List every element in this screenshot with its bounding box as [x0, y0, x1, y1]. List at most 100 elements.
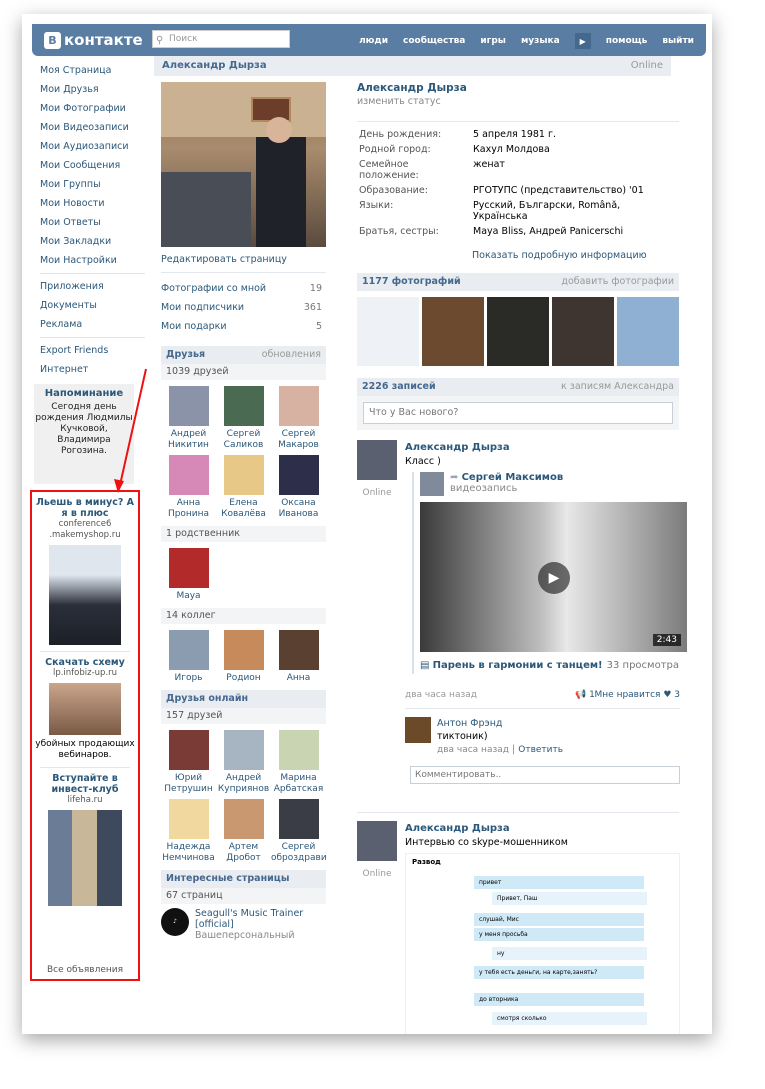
page-item[interactable]: ♪ Seagull's Music Trainer [official] Ваше…	[161, 904, 326, 941]
show-more-info-link[interactable]: Показать подробную информацию	[472, 250, 679, 261]
interesting-pages-count[interactable]: 67 страниц	[161, 888, 326, 904]
nav-my-answers[interactable]: Мои Ответы	[40, 213, 145, 232]
relatives-count[interactable]: 1 родственник	[161, 526, 326, 542]
counter-gifts[interactable]: Мои подарки 5	[161, 317, 326, 336]
skype-chat-screenshot[interactable]: Развод привет Привет, Паш слушай, Мис у …	[405, 853, 680, 1034]
reply-link[interactable]: Ответить	[518, 745, 563, 755]
photo-thumb[interactable]	[357, 297, 419, 366]
photo-thumb[interactable]	[487, 297, 549, 366]
friend-item[interactable]: Оксана Иванова	[271, 455, 326, 520]
online-friend-item[interactable]: Юрий Петрушин	[161, 730, 216, 795]
nav-help[interactable]: помощь	[606, 36, 648, 46]
wall-title[interactable]: 2226 записей к записям Александра	[357, 378, 679, 396]
nav-my-settings[interactable]: Мои Настройки	[40, 251, 145, 270]
new-post-input[interactable]: Что у Вас нового?	[363, 402, 673, 424]
friend-item[interactable]: Сергей Макаров	[271, 386, 326, 451]
ad-image-man-phone[interactable]	[49, 545, 121, 645]
add-photos-link[interactable]: добавить фотографии	[561, 273, 674, 291]
search-input[interactable]: ⚲ Поиск	[152, 30, 290, 48]
ad-2[interactable]: Скачать схему lp.infobiz-up.ru убойных п…	[32, 652, 138, 761]
nav-music[interactable]: музыка	[521, 36, 560, 46]
nav-my-bookmarks[interactable]: Мои Закладки	[40, 232, 145, 251]
post-author-avatar[interactable]	[357, 440, 397, 480]
commenter-name[interactable]: Антон Фрэнд	[437, 718, 503, 729]
friend-item[interactable]: Елена Ковалёва	[216, 455, 271, 520]
post-time[interactable]: два часа назад	[405, 690, 477, 700]
nav-games[interactable]: игры	[480, 36, 506, 46]
info-value[interactable]: Maya Bliss, Андрей Panicerschi	[473, 225, 677, 238]
online-friends-count[interactable]: 157 друзей	[161, 708, 326, 724]
ad-3[interactable]: Вступайте в инвест-клуб lifeha.ru	[32, 768, 138, 906]
photo-thumb[interactable]	[617, 297, 679, 366]
ad-image-collage[interactable]	[48, 810, 122, 906]
nav-my-page[interactable]: Моя Страница	[40, 61, 145, 80]
colleague-item[interactable]: Родион	[216, 630, 271, 684]
colleagues-count[interactable]: 14 коллег	[161, 608, 326, 624]
nav-my-messages[interactable]: Мои Сообщения	[40, 156, 145, 175]
nav-my-photos[interactable]: Мои Фотографии	[40, 99, 145, 118]
photo-thumb[interactable]	[422, 297, 484, 366]
post-author-avatar[interactable]	[357, 821, 397, 861]
ad-1[interactable]: Льешь в минус? А я в плюс conference6 .m…	[32, 492, 138, 645]
colleague-item[interactable]: Игорь	[161, 630, 216, 684]
nav-my-audio[interactable]: Мои Аудиозаписи	[40, 137, 145, 156]
commenter-avatar[interactable]	[405, 717, 431, 743]
friends-title[interactable]: Друзья обновления	[161, 346, 326, 364]
nav-communities[interactable]: сообщества	[403, 36, 465, 46]
post-author-name[interactable]: Александр Дырза	[405, 823, 510, 834]
info-value[interactable]: 5 апреля 1981 г.	[473, 128, 677, 141]
nav-apps[interactable]: Приложения	[40, 277, 145, 296]
ad-image-smiling-man[interactable]	[49, 683, 121, 735]
nav-my-news[interactable]: Мои Новости	[40, 194, 145, 213]
nav-my-friends[interactable]: Мои Друзья	[40, 80, 145, 99]
comment-time[interactable]: два часа назад	[437, 745, 509, 755]
comment-input[interactable]: Комментировать..	[410, 766, 680, 784]
friends-count[interactable]: 1039 друзей	[161, 364, 326, 380]
video-player[interactable]: ▶ 2:43	[420, 502, 687, 652]
post-author-name[interactable]: Александр Дырза	[405, 442, 510, 453]
counter-subscribers[interactable]: Мои подписчики 361	[161, 298, 326, 317]
nav-export-friends[interactable]: Export Friends	[40, 341, 145, 360]
edit-profile-link[interactable]: Редактировать страницу	[161, 247, 326, 273]
nav-my-videos[interactable]: Мои Видеозаписи	[40, 118, 145, 137]
friend-item[interactable]: Анна Пронина	[161, 455, 216, 520]
info-value[interactable]: Кахул Молдова	[473, 143, 677, 156]
friend-item[interactable]: Андрей Никитин	[161, 386, 216, 451]
repost-author-avatar[interactable]	[420, 472, 444, 496]
nav-ads[interactable]: Реклама	[40, 315, 145, 334]
like-button[interactable]: Мне нравится ♥ 3	[595, 690, 680, 700]
info-value[interactable]: РГОТУПС (представительство) '01	[473, 184, 677, 197]
friend-item[interactable]: Сергей Саликов	[216, 386, 271, 451]
ad-title[interactable]: Льешь в минус? А я в плюс	[32, 497, 138, 519]
vk-logo[interactable]: Вконтакте	[44, 31, 143, 49]
play-icon[interactable]: ▶	[538, 562, 570, 594]
photo-thumb[interactable]	[552, 297, 614, 366]
page-name[interactable]: Seagull's Music Trainer [official]	[195, 908, 303, 930]
online-friend-item[interactable]: Надежда Немчинова	[161, 799, 216, 864]
repost-counter[interactable]: 📢 1	[575, 690, 595, 700]
online-friend-item[interactable]: Андрей Куприянов	[216, 730, 271, 795]
online-friend-item[interactable]: Артем Дробот	[216, 799, 271, 864]
interesting-pages-title[interactable]: Интересные страницы	[161, 870, 326, 888]
video-title[interactable]: Парень в гармонии с танцем!	[433, 660, 603, 671]
ad-title[interactable]: Вступайте в инвест-клуб	[32, 773, 138, 795]
change-status-link[interactable]: изменить статус	[357, 96, 679, 107]
colleague-item[interactable]: Анна	[271, 630, 326, 684]
play-icon[interactable]: ▶	[574, 33, 591, 49]
online-friends-title[interactable]: Друзья онлайн	[161, 690, 326, 708]
nav-logout[interactable]: выйти	[662, 36, 694, 46]
to-posts-link[interactable]: к записям Александра	[561, 378, 674, 396]
nav-my-groups[interactable]: Мои Группы	[40, 175, 145, 194]
nav-people[interactable]: люди	[359, 36, 388, 46]
online-friend-item[interactable]: Марина Арбатская	[271, 730, 326, 795]
all-ads-link[interactable]: Все объявления	[32, 965, 138, 975]
counter-photos-with-me[interactable]: Фотографии со мной 19	[161, 279, 326, 298]
info-value[interactable]: женат	[473, 158, 677, 182]
nav-documents[interactable]: Документы	[40, 296, 145, 315]
profile-photo[interactable]	[161, 82, 326, 247]
online-friend-item[interactable]: Сергей оброздрави	[271, 799, 327, 864]
repost-author-name[interactable]: Сергей Максимов	[462, 472, 564, 483]
ad-title[interactable]: Скачать схему	[32, 657, 138, 668]
relative-item[interactable]: Maya	[161, 548, 216, 602]
friends-updates-link[interactable]: обновления	[262, 346, 321, 364]
